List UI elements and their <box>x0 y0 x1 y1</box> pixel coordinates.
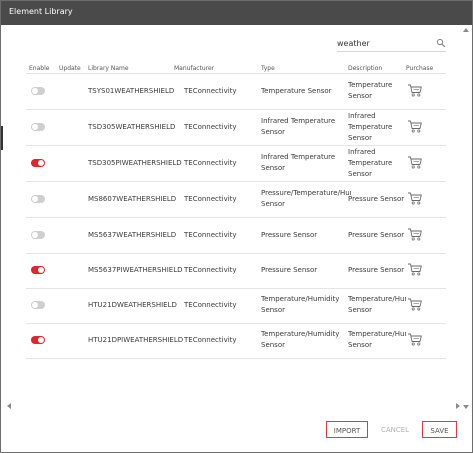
search-icon[interactable] <box>436 38 446 48</box>
column-header-library-name: Library Name <box>88 65 129 72</box>
element-library-dialog: Element Library Enable Update Library Na… <box>0 0 473 453</box>
cart-icon[interactable] <box>407 118 423 134</box>
toggle-knob <box>32 196 38 202</box>
manufacturer: TEConnectivity <box>184 195 237 203</box>
column-header-update: Update <box>59 65 81 72</box>
toggle-knob <box>38 337 44 343</box>
description: Pressure Sensor <box>348 231 405 239</box>
cancel-button[interactable]: CANCEL <box>374 421 416 438</box>
table-row: MS5637PIWEATHERSHIELD TEConnectivity Pre… <box>26 253 446 289</box>
description: Infrared Temperature Sensor <box>348 112 393 142</box>
column-header-manufacturer: Manufacturer <box>174 65 215 72</box>
side-marker <box>1 126 3 150</box>
description: Pressure Sensor <box>348 195 405 203</box>
table-row: HTU21DWEATHERSHIELD TEConnectivity Tempe… <box>26 288 446 324</box>
description: Temperature/Humidity Sensor <box>348 295 406 314</box>
save-button[interactable]: SAVE <box>422 421 457 438</box>
table-row: TSD305WEATHERSHIELD TEConnectivity Infra… <box>26 110 446 146</box>
type: Pressure/Temperature/Humidity Sensor <box>261 189 351 208</box>
type: Infrared Temperature Sensor <box>261 117 336 136</box>
cart-icon[interactable] <box>407 261 423 277</box>
cart-icon[interactable] <box>407 190 423 206</box>
library-name: MS5637WEATHERSHIELD <box>88 231 177 239</box>
column-header-description: Description <box>348 65 383 72</box>
cart-icon[interactable] <box>407 226 423 242</box>
manufacturer: TEConnectivity <box>184 301 237 309</box>
title-bar: Element Library <box>1 1 472 25</box>
type: Temperature/Humidity Sensor <box>261 330 340 349</box>
manufacturer: TEConnectivity <box>184 231 237 239</box>
enable-toggle[interactable] <box>31 336 45 344</box>
search-box <box>337 35 446 52</box>
enable-toggle[interactable] <box>31 123 45 131</box>
table-row: TSYS01WEATHERSHIELD TEConnectivity Tempe… <box>26 74 446 110</box>
enable-toggle[interactable] <box>31 195 45 203</box>
toggle-knob <box>32 232 38 238</box>
manufacturer: TEConnectivity <box>184 87 237 95</box>
description: Pressure Sensor <box>348 266 405 274</box>
toggle-knob <box>38 160 44 166</box>
description: Infrared Temperature Sensor <box>348 148 393 178</box>
column-header-type: Type <box>261 65 275 72</box>
library-name: MS8607WEATHERSHIELD <box>88 195 177 203</box>
column-header-enable: Enable <box>29 65 50 72</box>
library-name: TSYS01WEATHERSHIELD <box>88 87 175 95</box>
scroll-left-icon[interactable] <box>7 403 11 409</box>
description: Temperature Sensor <box>348 81 393 100</box>
horizontal-scrollbar[interactable] <box>6 401 461 411</box>
cart-icon[interactable] <box>407 296 423 312</box>
library-name: HTU21DWEATHERSHIELD <box>88 301 177 309</box>
type: Pressure Sensor <box>261 266 318 274</box>
type: Pressure Sensor <box>261 231 318 239</box>
manufacturer: TEConnectivity <box>184 123 237 131</box>
scroll-down-icon[interactable] <box>463 405 469 409</box>
table-row: MS8607WEATHERSHIELD TEConnectivity Press… <box>26 182 446 218</box>
toggle-knob <box>38 267 44 273</box>
table-row: HTU21DPIWEATHERSHIELD TEConnectivity Tem… <box>26 323 446 359</box>
cart-icon[interactable] <box>407 154 423 170</box>
vertical-scrollbar[interactable] <box>461 26 471 411</box>
table-row: MS5637WEATHERSHIELD TEConnectivity Press… <box>26 218 446 254</box>
type: Infrared Temperature Sensor <box>261 153 336 172</box>
import-button[interactable]: IMPORT <box>326 421 368 438</box>
dialog-title: Element Library <box>9 7 73 16</box>
column-header-purchase: Purchase <box>406 65 434 72</box>
enable-toggle[interactable] <box>31 87 45 95</box>
cart-icon[interactable] <box>407 331 423 347</box>
library-name: HTU21DPIWEATHERSHIELD <box>88 336 184 344</box>
enable-toggle[interactable] <box>31 159 45 167</box>
manufacturer: TEConnectivity <box>184 336 237 344</box>
table-row: TSD305PIWEATHERSHIELD TEConnectivity Inf… <box>26 146 446 182</box>
cart-icon[interactable] <box>407 82 423 98</box>
enable-toggle[interactable] <box>31 301 45 309</box>
library-name: TSD305PIWEATHERSHIELD <box>88 159 182 167</box>
toggle-knob <box>32 302 38 308</box>
scroll-right-icon[interactable] <box>456 403 460 409</box>
description: Temperature/Humidity Sensor <box>348 330 406 349</box>
toggle-knob <box>32 88 38 94</box>
search-input[interactable] <box>337 35 431 51</box>
library-name: MS5637PIWEATHERSHIELD <box>88 266 183 274</box>
enable-toggle[interactable] <box>31 231 45 239</box>
library-name: TSD305WEATHERSHIELD <box>88 123 176 131</box>
type: Temperature Sensor <box>261 87 332 95</box>
enable-toggle[interactable] <box>31 266 45 274</box>
toggle-knob <box>32 124 38 130</box>
manufacturer: TEConnectivity <box>184 159 237 167</box>
type: Temperature/Humidity Sensor <box>261 295 340 314</box>
manufacturer: TEConnectivity <box>184 266 237 274</box>
scroll-up-icon[interactable] <box>463 28 469 32</box>
